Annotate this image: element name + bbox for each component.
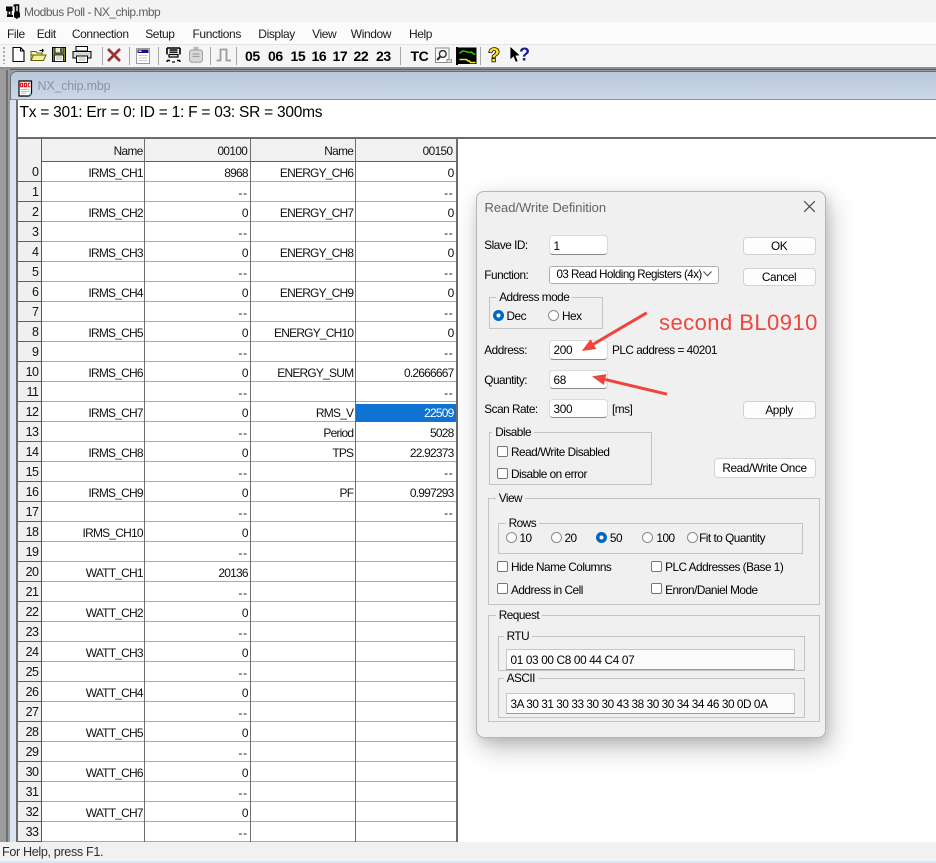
svg-text:?: ? bbox=[488, 46, 500, 66]
svg-text:?: ? bbox=[519, 45, 530, 65]
